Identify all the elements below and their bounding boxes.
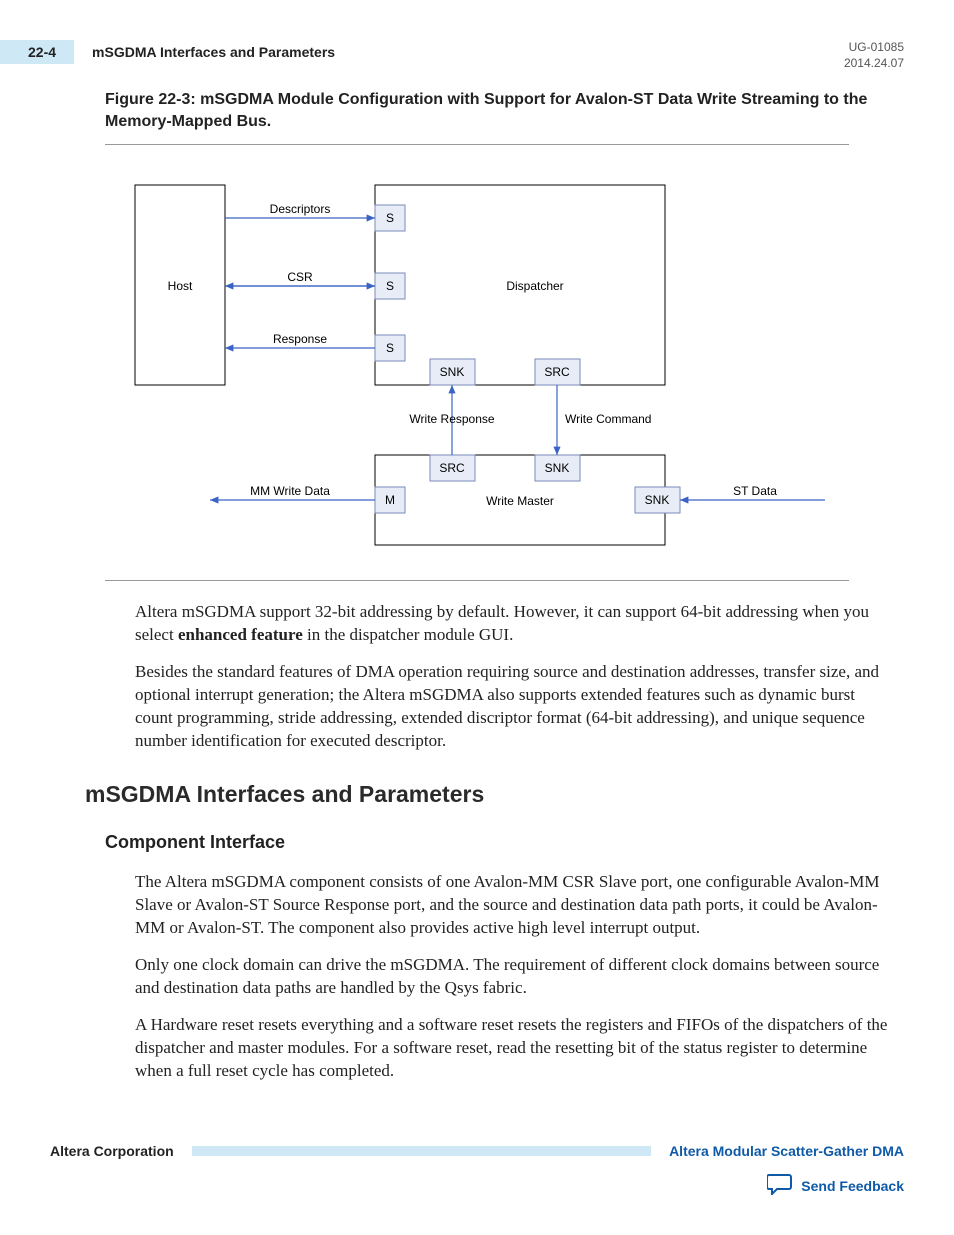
svg-text:S: S (386, 279, 394, 293)
figure-diagram: Host Dispatcher S S S SNK SRC Descriptor… (105, 165, 849, 570)
svg-text:Response: Response (273, 332, 327, 346)
svg-text:S: S (386, 211, 394, 225)
page-footer: Altera Corporation Altera Modular Scatte… (50, 1143, 904, 1159)
subsection-heading: Component Interface (105, 832, 904, 853)
body-paragraph-2: Besides the standard features of DMA ope… (135, 661, 895, 753)
footer-doc-title[interactable]: Altera Modular Scatter-Gather DMA (669, 1143, 904, 1159)
svg-text:SNK: SNK (545, 461, 570, 475)
doc-id: UG-01085 (844, 40, 904, 56)
body-paragraph-1: Altera mSGDMA support 32-bit addressing … (135, 601, 895, 647)
body-paragraph-4: Only one clock domain can drive the mSGD… (135, 954, 895, 1000)
figure-caption: Figure 22-3: mSGDMA Module Configuration… (105, 89, 904, 132)
svg-text:SNK: SNK (440, 365, 465, 379)
svg-text:Write Command: Write Command (565, 412, 651, 426)
body-paragraph-5: A Hardware reset resets everything and a… (135, 1014, 895, 1083)
rule-bottom (105, 580, 849, 581)
svg-text:SNK: SNK (645, 493, 670, 507)
running-head-title: mSGDMA Interfaces and Parameters (92, 44, 335, 60)
send-feedback-link[interactable]: Send Feedback (801, 1178, 904, 1194)
svg-text:Write Response: Write Response (409, 412, 494, 426)
body-paragraph-3: The Altera mSGDMA component consists of … (135, 871, 895, 940)
svg-text:M: M (385, 493, 395, 507)
diagram-host: Host (168, 279, 193, 293)
footer-corp: Altera Corporation (50, 1143, 174, 1159)
svg-text:ST Data: ST Data (733, 484, 777, 498)
page-number-badge: 22-4 (0, 40, 74, 64)
diagram-dispatcher: Dispatcher (506, 279, 563, 293)
doc-date: 2014.24.07 (844, 56, 904, 72)
footer-bar (192, 1146, 651, 1156)
svg-text:CSR: CSR (287, 270, 313, 284)
svg-text:S: S (386, 341, 394, 355)
doc-meta: UG-01085 2014.24.07 (844, 40, 904, 71)
svg-text:SRC: SRC (544, 365, 570, 379)
page-header: 22-4 mSGDMA Interfaces and Parameters UG… (50, 40, 904, 71)
section-heading: mSGDMA Interfaces and Parameters (85, 781, 904, 808)
svg-text:MM Write Data: MM Write Data (250, 484, 330, 498)
diagram-write-master: Write Master (486, 494, 554, 508)
rule-top (105, 144, 849, 145)
feedback-icon[interactable] (767, 1173, 793, 1200)
svg-text:SRC: SRC (439, 461, 465, 475)
svg-text:Descriptors: Descriptors (270, 202, 331, 216)
